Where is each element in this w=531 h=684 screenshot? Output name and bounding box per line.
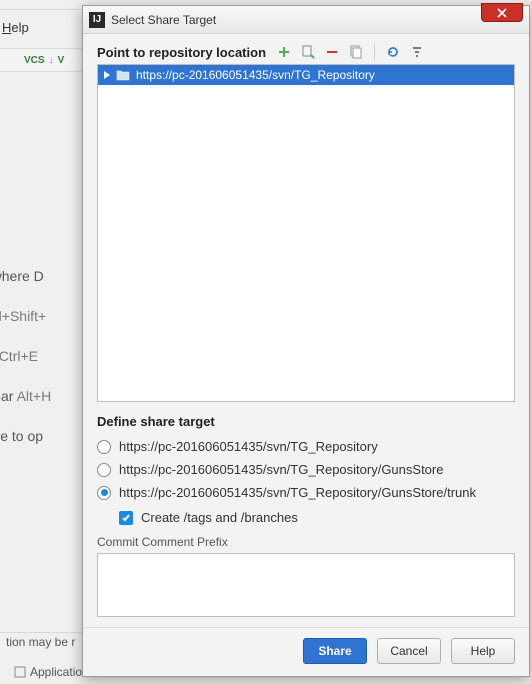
close-icon xyxy=(497,8,507,18)
commit-comment-prefix-label: Commit Comment Prefix xyxy=(97,535,515,549)
close-button[interactable] xyxy=(481,3,523,22)
checkbox-label: Create /tags and /branches xyxy=(141,510,298,525)
radio-share-repo-root[interactable]: https://pc-201606051435/svn/TG_Repositor… xyxy=(97,439,515,454)
repository-tree[interactable]: https://pc-201606051435/svn/TG_Repositor… xyxy=(97,64,515,402)
expand-arrow-icon[interactable] xyxy=(104,71,110,79)
bg-text-3: es Ctrl+E xyxy=(0,348,38,364)
app-icon: IJ xyxy=(89,12,105,28)
dialog-titlebar[interactable]: IJ Select Share Target xyxy=(83,6,529,34)
radio-share-trunk[interactable]: https://pc-201606051435/svn/TG_Repositor… xyxy=(97,485,515,500)
vcs-label: VCS xyxy=(24,55,45,66)
radio-label: https://pc-201606051435/svn/TG_Repositor… xyxy=(119,462,443,477)
bg-text-2: Ctrl+Shift+ xyxy=(0,308,46,324)
select-share-target-dialog: IJ Select Share Target Point to reposito… xyxy=(82,5,530,677)
bg-text-4: n Bar Alt+H xyxy=(0,388,51,404)
help-button[interactable]: Help xyxy=(451,638,515,664)
bg-text-1: rywhere D xyxy=(0,268,44,284)
tree-item-repository[interactable]: https://pc-201606051435/svn/TG_Repositor… xyxy=(98,65,514,85)
radio-label: https://pc-201606051435/svn/TG_Repositor… xyxy=(119,485,476,500)
commit-comment-prefix-input[interactable] xyxy=(97,553,515,617)
cancel-button[interactable]: Cancel xyxy=(377,638,441,664)
bg-text-5: here to op xyxy=(0,428,43,444)
refresh-icon[interactable] xyxy=(385,44,401,60)
server-icon xyxy=(14,666,26,678)
radio-icon xyxy=(97,440,111,454)
define-share-target-label: Define share target xyxy=(97,414,515,429)
copy-icon[interactable] xyxy=(348,44,364,60)
share-button[interactable]: Share xyxy=(303,638,367,664)
remove-icon[interactable] xyxy=(324,44,340,60)
vcs-update-icon[interactable]: ↓ xyxy=(49,55,54,66)
vcs-label2: V xyxy=(58,55,65,66)
tree-item-label: https://pc-201606051435/svn/TG_Repositor… xyxy=(136,68,375,82)
radio-label: https://pc-201606051435/svn/TG_Repositor… xyxy=(119,439,378,454)
edit-location-icon[interactable] xyxy=(300,44,316,60)
radio-icon xyxy=(97,463,111,477)
menu-help[interactable]: Help xyxy=(2,20,29,35)
radio-icon xyxy=(97,486,111,500)
radio-share-project-folder[interactable]: https://pc-201606051435/svn/TG_Repositor… xyxy=(97,462,515,477)
checkbox-icon xyxy=(119,511,133,525)
dialog-title: Select Share Target xyxy=(111,13,216,27)
dialog-button-bar: Share Cancel Help xyxy=(83,627,529,676)
folder-icon xyxy=(116,69,130,81)
add-icon[interactable] xyxy=(276,44,292,60)
point-to-repository-label: Point to repository location xyxy=(97,45,266,60)
filter-icon[interactable] xyxy=(409,44,425,60)
checkbox-create-tags-branches[interactable]: Create /tags and /branches xyxy=(119,510,515,525)
